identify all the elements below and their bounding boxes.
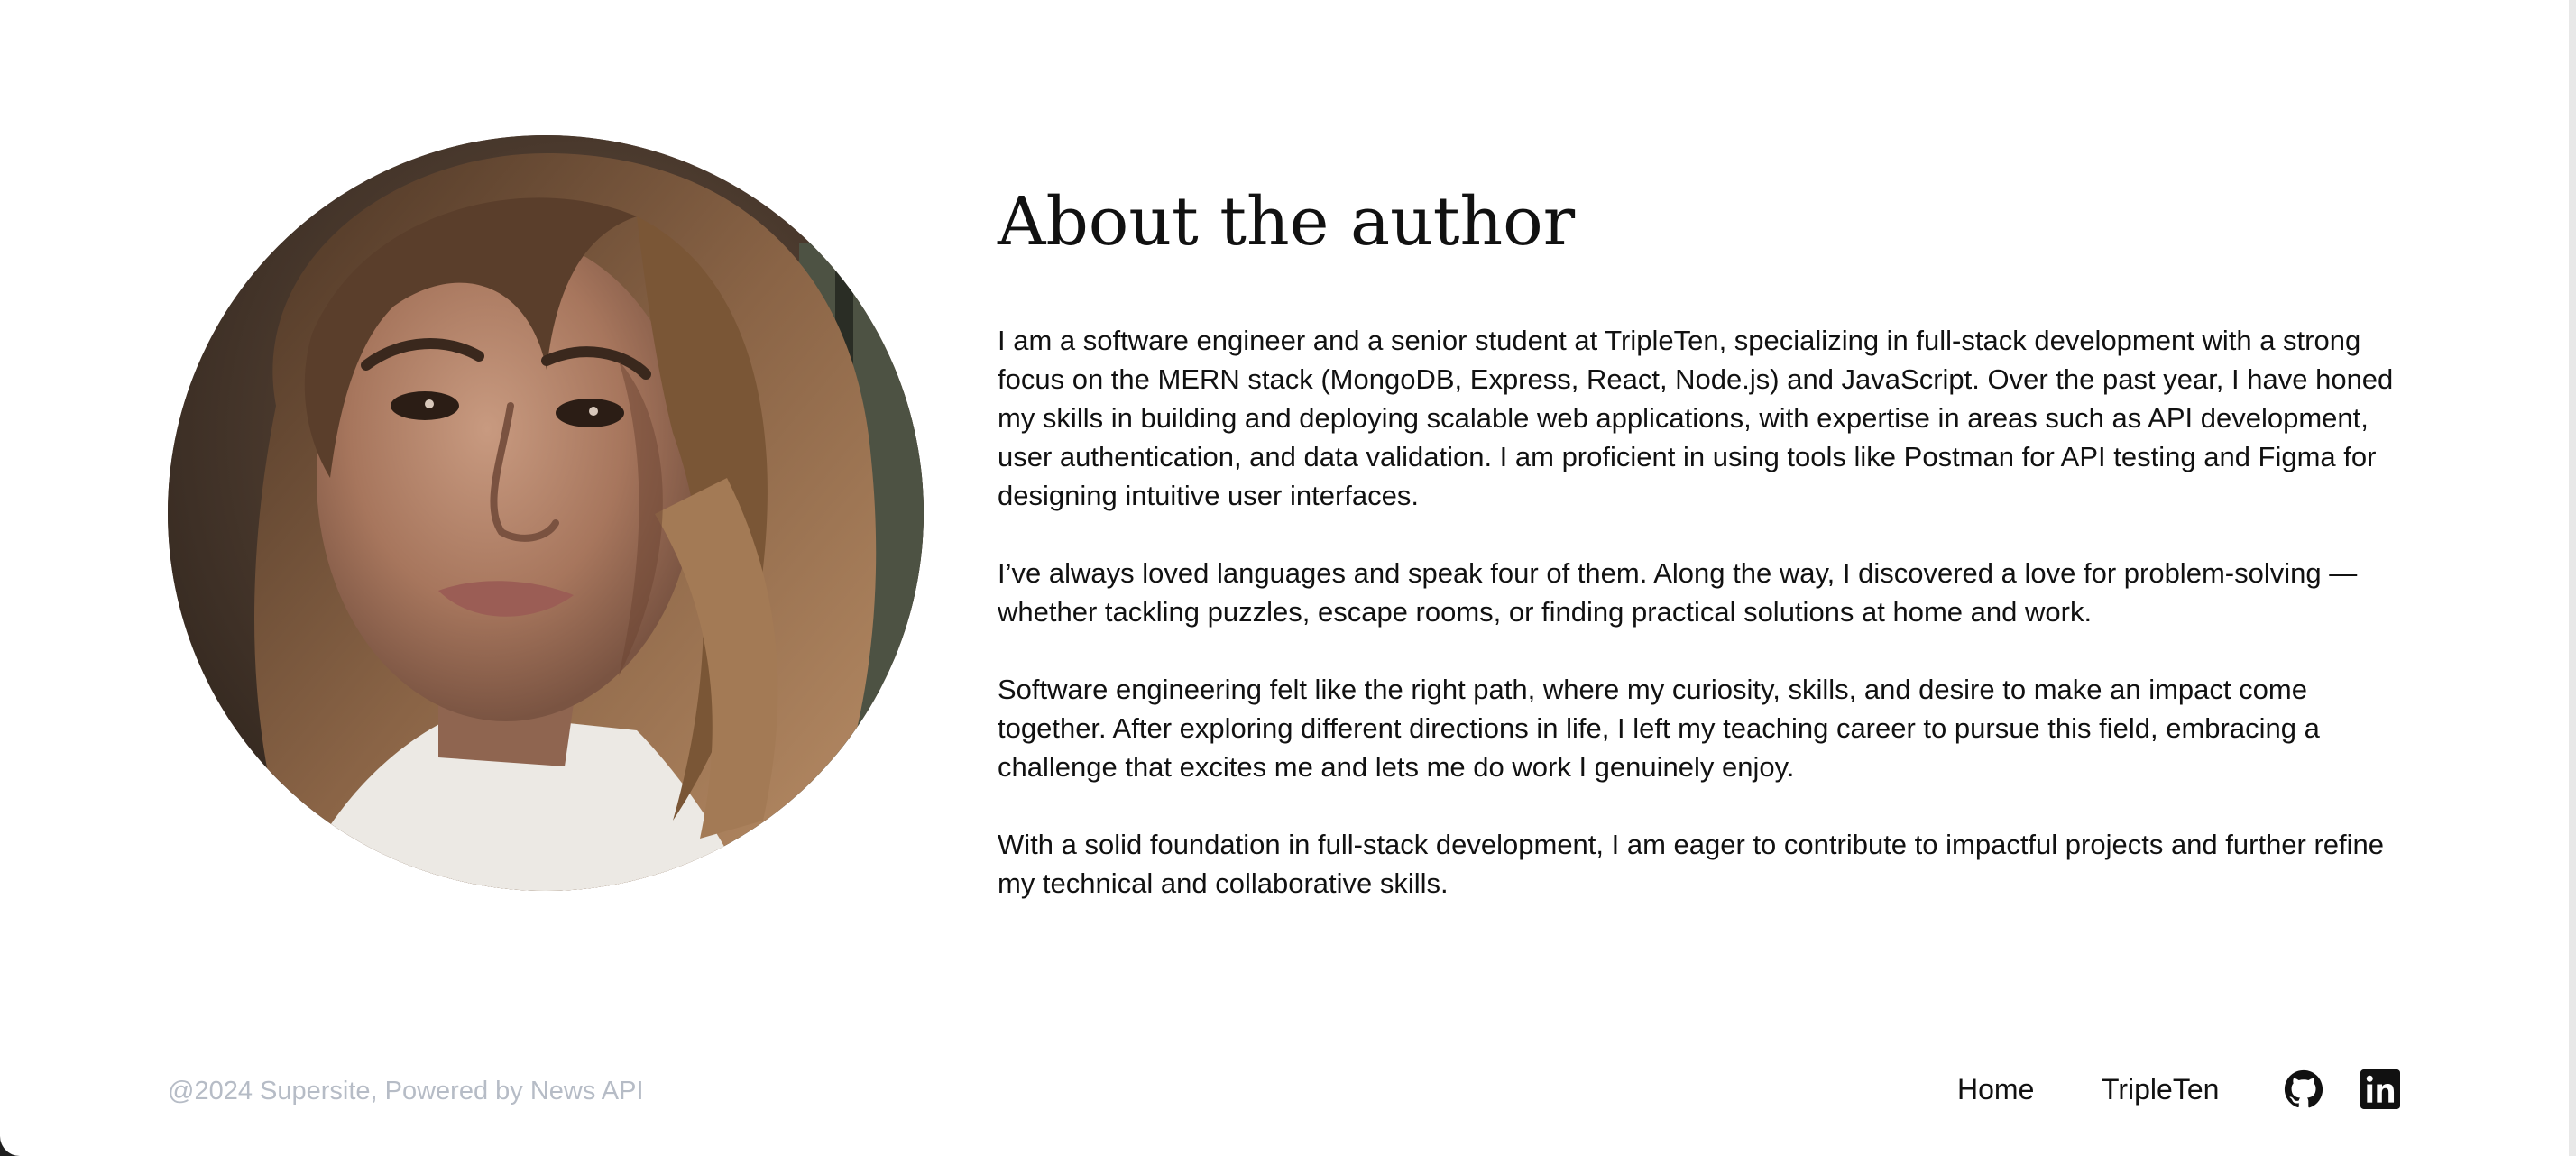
about-paragraph: I’ve always loved languages and speak fo… [998,557,2358,628]
footer: @2024 Supersite, Powered by News API Hom… [0,1055,2576,1127]
author-avatar [168,135,924,891]
about-paragraph: With a solid foundation in full-stack de… [998,829,2385,899]
linkedin-icon[interactable] [2360,1069,2400,1109]
scrollbar-gutter [2569,0,2576,1156]
copyright-text: @2024 Supersite, Powered by News API [168,1077,644,1106]
about-paragraph: Software engineering felt like the right… [998,674,2320,783]
author-photo [168,135,924,891]
github-icon[interactable] [2284,1069,2323,1109]
about-section: About the author I am a software enginee… [0,0,2576,992]
about-paragraph: I am a software engineer and a senior st… [998,325,2394,511]
footer-nav: Home TripleTen [1939,1060,2408,1118]
page-title: About the author [998,183,1576,261]
footer-link-home[interactable]: Home [1957,1069,2034,1109]
about-page: About the author I am a software enginee… [0,0,2576,1156]
about-text: About the author I am a software enginee… [998,171,2405,903]
window-corner [0,1136,20,1156]
footer-link-tripleten[interactable]: TripleTen [2102,1069,2219,1109]
